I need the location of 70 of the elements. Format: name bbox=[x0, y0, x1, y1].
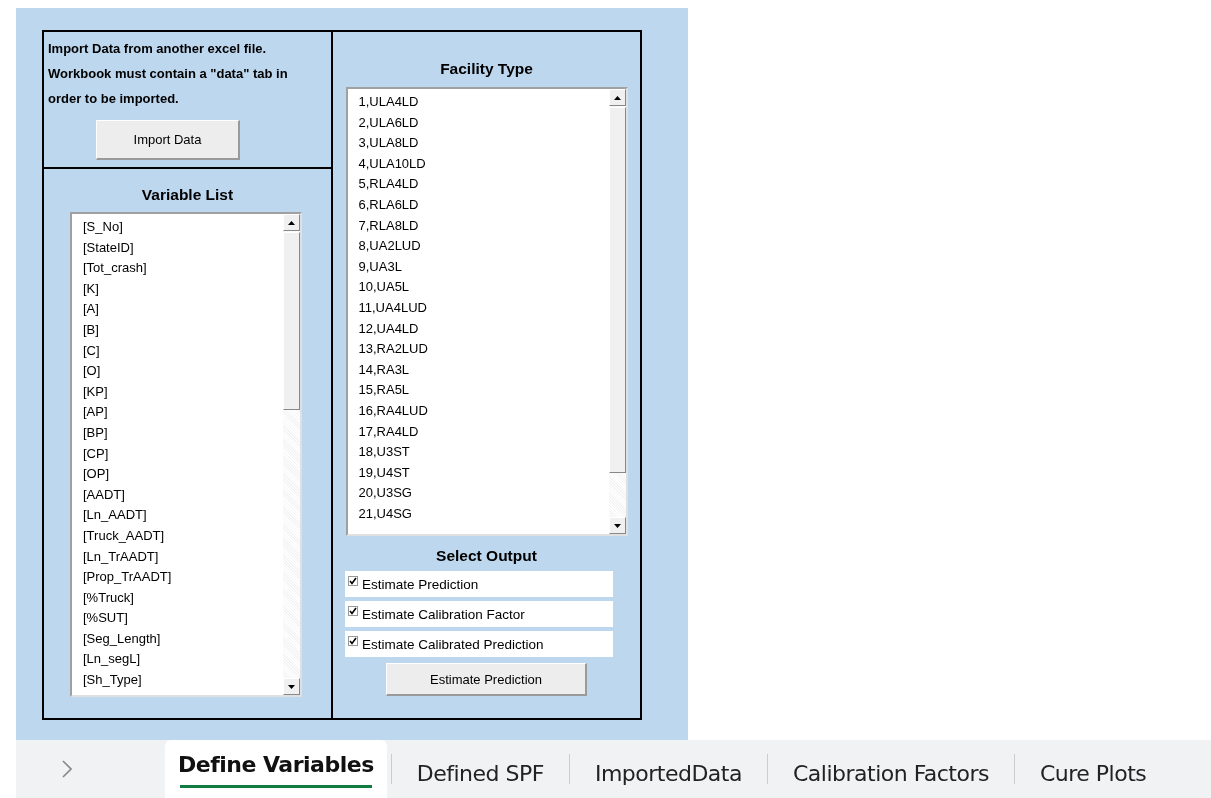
list-item[interactable]: [StateID] bbox=[83, 237, 134, 259]
list-item[interactable]: [C] bbox=[83, 340, 100, 362]
list-item[interactable]: [AADT] bbox=[83, 484, 125, 506]
facility-listbox[interactable]: 1,ULA4LD 2,ULA6LD 3,ULA8LD 4,ULA10LD 5,RLA4LD 6,RLA6LD 7,RLA8LD 8,UA2LUD 9,UA3L 10,UA5L 11,UA4LUD 12,UA4LD 13,RA2LUD 14,RA3L 15,RA5L 16,RA4LUD 17,RA4LD 18,U3ST 19,U4ST 20,U3SG 21,U4SG bbox=[345, 87, 628, 536]
list-item[interactable]: 5,RLA4LD bbox=[358, 174, 419, 195]
list-item[interactable]: 21,U4SG bbox=[358, 503, 412, 525]
list-item[interactable]: 8,UA2LUD bbox=[358, 236, 421, 257]
sheet-tab[interactable]: Calibration Factors bbox=[767, 740, 1014, 798]
checkbox[interactable] bbox=[348, 636, 358, 646]
section-title: Select Output bbox=[436, 547, 537, 565]
checkbox[interactable] bbox=[348, 606, 358, 616]
instruction-text: Import Data from another excel file. Workbook must contain a "data" tab in order to be imported. bbox=[48, 40, 289, 108]
list-item[interactable]: [Truck_AADT] bbox=[83, 525, 165, 547]
list-item[interactable]: 1,ULA4LD bbox=[358, 92, 419, 113]
variable-listbox[interactable]: [S_No] [StateID] [Tot_crash] [K] [A] [B] [C] [O] [KP] [AP] [BP] [CP] [OP] [AADT] [Ln_AADT] [Truck_AADT] [Ln_TrAADT] [Prop_TrAADT] [%Truck] [%SUT] [Seg_Length] [Ln_segL] [Sh_Type] bbox=[70, 212, 302, 697]
list-item[interactable]: [%SUT] bbox=[83, 608, 128, 629]
list-item[interactable]: [Sh_Type] bbox=[83, 670, 142, 691]
list-item[interactable]: 12,UA4LD bbox=[358, 318, 419, 340]
list-item[interactable]: [CP] bbox=[83, 443, 109, 465]
list-item[interactable]: 16,RA4LUD bbox=[358, 400, 428, 422]
sheet-tab[interactable]: Defined SPF bbox=[391, 740, 569, 798]
list-item[interactable]: 9,UA3L bbox=[358, 256, 402, 278]
import-data-button[interactable]: Import Data bbox=[96, 120, 240, 160]
list-item[interactable]: [A] bbox=[83, 299, 99, 320]
list-item[interactable]: [AP] bbox=[83, 402, 108, 423]
list-item[interactable]: [Prop_TrAADT] bbox=[83, 567, 172, 588]
list-item[interactable]: [%Truck] bbox=[83, 587, 134, 609]
list-item[interactable]: [K] bbox=[83, 278, 99, 300]
list-item[interactable]: [Ln_TrAADT] bbox=[83, 546, 159, 568]
scroll-down-icon[interactable] bbox=[288, 684, 295, 689]
list-item[interactable]: 20,U3SG bbox=[358, 483, 412, 504]
chevron-right-icon[interactable] bbox=[62, 760, 72, 778]
sheet-tab[interactable]: Define Variables bbox=[165, 740, 387, 798]
list-item[interactable]: [OP] bbox=[83, 464, 109, 485]
list-item[interactable]: 15,RA5L bbox=[358, 380, 410, 401]
list-item[interactable]: 3,ULA8LD bbox=[358, 133, 419, 154]
list-item[interactable]: 14,RA3L bbox=[358, 359, 410, 381]
list-item[interactable]: 18,U3ST bbox=[358, 442, 410, 463]
list-item[interactable]: [S_No] bbox=[83, 217, 123, 238]
list-item[interactable]: 10,UA5L bbox=[358, 277, 410, 298]
list-item[interactable]: 7,RLA8LD bbox=[358, 215, 419, 237]
list-item[interactable]: [Ln_segL] bbox=[83, 649, 141, 671]
list-item[interactable]: 11,UA4LUD bbox=[358, 297, 427, 319]
list-item[interactable]: [Seg_Length] bbox=[83, 628, 161, 650]
section-title: Facility Type bbox=[440, 60, 533, 78]
list-item[interactable]: 19,U4ST bbox=[358, 462, 410, 484]
list-item[interactable]: 2,ULA6LD bbox=[358, 112, 419, 134]
scroll-down-icon[interactable] bbox=[613, 523, 621, 528]
estimate-prediction-button[interactable]: Estimate Prediction bbox=[386, 663, 587, 696]
checkbox-option[interactable]: Estimate Calibration Factor bbox=[345, 601, 613, 627]
sheet-tab[interactable]: Cure Plots bbox=[1014, 740, 1172, 798]
list-item[interactable]: 4,ULA10LD bbox=[358, 153, 426, 175]
list-item[interactable]: 13,RA2LUD bbox=[358, 339, 428, 360]
checkbox-option[interactable]: Estimate Prediction bbox=[345, 571, 613, 597]
sheet-tab[interactable]: ImportedData bbox=[569, 740, 767, 798]
scroll-up-icon[interactable] bbox=[613, 95, 621, 100]
checkbox-option[interactable]: Estimate Calibrated Prediction bbox=[345, 631, 613, 657]
list-item[interactable]: 6,RLA6LD bbox=[358, 194, 419, 216]
list-item[interactable]: [KP] bbox=[83, 381, 108, 403]
scrollbar[interactable] bbox=[608, 89, 626, 534]
scrollbar[interactable] bbox=[283, 214, 300, 695]
list-item[interactable]: [BP] bbox=[83, 422, 108, 444]
checkbox[interactable] bbox=[348, 576, 358, 586]
list-item[interactable]: [Tot_crash] bbox=[83, 258, 147, 279]
list-item[interactable]: [B] bbox=[83, 319, 99, 341]
list-item[interactable]: 17,RA4LD bbox=[358, 421, 419, 443]
section-title: Variable List bbox=[141, 186, 234, 204]
scroll-up-icon[interactable] bbox=[288, 220, 295, 225]
list-item[interactable]: [O] bbox=[83, 361, 101, 382]
list-item[interactable]: [Ln_AADT] bbox=[83, 505, 147, 526]
